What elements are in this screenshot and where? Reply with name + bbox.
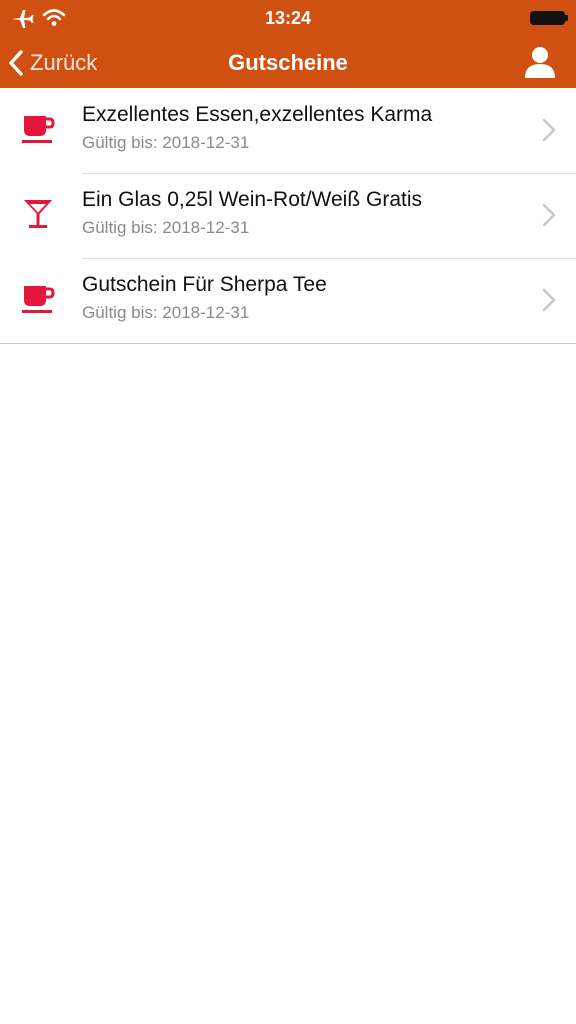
voucher-row[interactable]: Exzellentes Essen,exzellentes Karma Gült… [0, 88, 576, 173]
voucher-title: Gutschein Für Sherpa Tee [82, 273, 327, 296]
voucher-title: Exzellentes Essen,exzellentes Karma [82, 103, 433, 126]
voucher-validity: Gültig bis: 2018-12-31 [82, 218, 250, 237]
chevron-right-icon [542, 288, 556, 312]
cocktail-glass-icon [24, 200, 52, 228]
voucher-row[interactable]: Ein Glas 0,25l Wein-Rot/Weiß Gratis Gült… [0, 173, 576, 258]
voucher-row[interactable]: Gutschein Für Sherpa Tee Gültig bis: 201… [0, 258, 576, 343]
voucher-list: Exzellentes Essen,exzellentes Karma Gült… [0, 88, 576, 344]
chevron-right-icon [542, 118, 556, 142]
voucher-validity: Gültig bis: 2018-12-31 [82, 303, 250, 322]
chevron-right-icon [542, 203, 556, 227]
person-icon[interactable] [522, 44, 558, 80]
status-time: 13:24 [264, 8, 312, 28]
voucher-title: Ein Glas 0,25l Wein-Rot/Weiß Gratis [82, 188, 422, 211]
status-bar: 13:24 [0, 0, 576, 38]
navigation-bar: Zurück Gutscheine [0, 38, 576, 88]
battery-icon [530, 11, 568, 25]
coffee-cup-icon [22, 286, 55, 313]
voucher-validity: Gültig bis: 2018-12-31 [82, 133, 250, 152]
coffee-cup-icon [22, 116, 55, 143]
page-title: Gutscheine [228, 50, 348, 75]
